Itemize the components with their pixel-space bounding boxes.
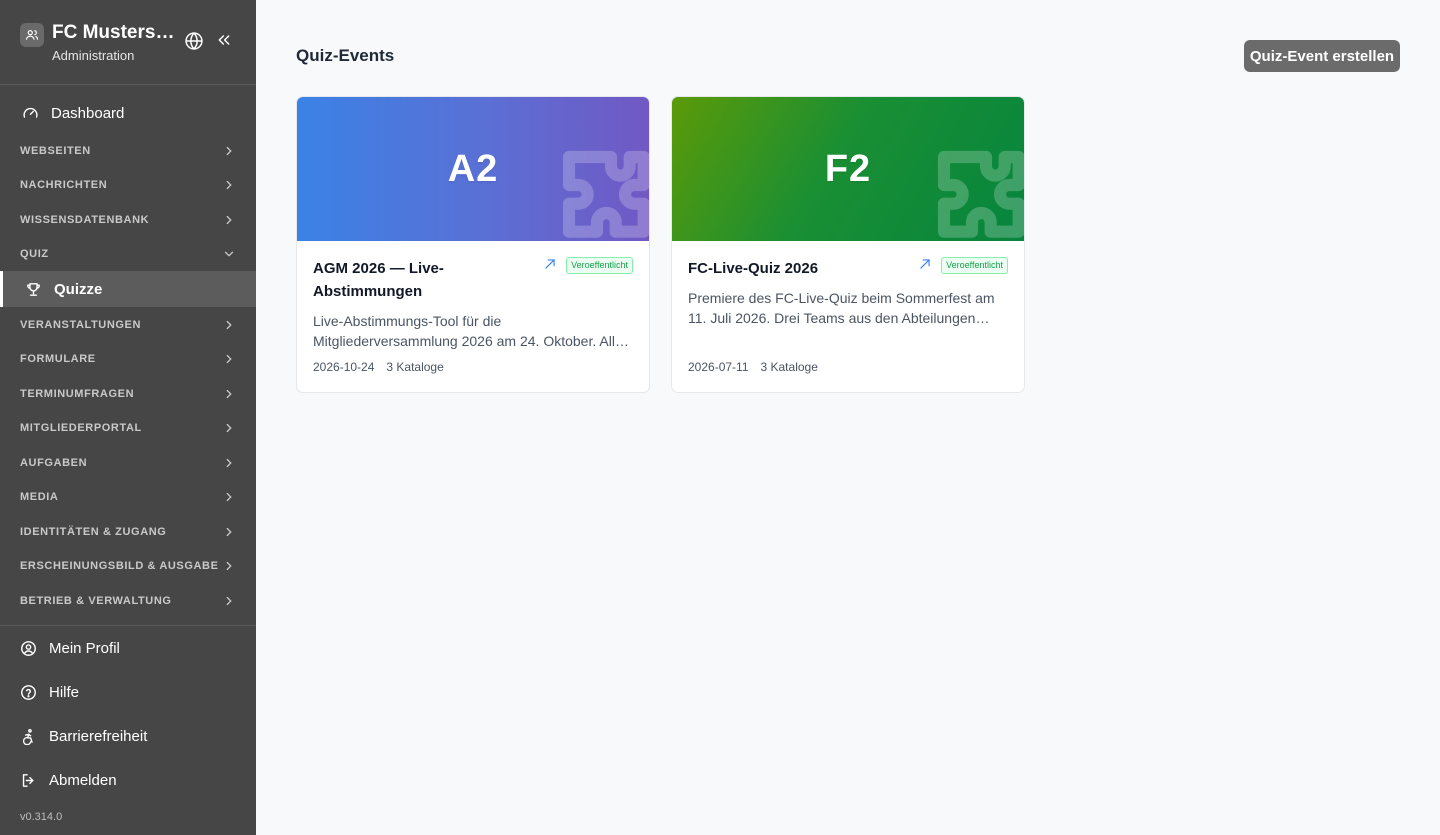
card-body: AGM 2026 — Live-Abstimmungen Veroeffentl… (297, 241, 649, 351)
card-meta: 2026-10-24 3 Kataloge (313, 360, 444, 374)
page-title: Quiz-Events (296, 46, 395, 65)
chevron-right-icon (226, 146, 232, 156)
nav-section-mitgliederportal[interactable]: MITGLIEDERPORTAL (0, 412, 256, 444)
card-meta: 2026-07-11 3 Kataloge (688, 360, 818, 374)
nav-item-barrierefreiheit[interactable]: Barrierefreiheit (0, 719, 256, 753)
chevron-right-icon (226, 423, 232, 433)
external-link-icon[interactable] (918, 257, 932, 271)
brand-subtitle: Administration (52, 48, 135, 63)
nav-section-quiz[interactable]: QUIZ (0, 238, 256, 270)
logout-icon (22, 773, 34, 787)
status-badge: Veroeffentlicht (941, 257, 1008, 274)
trophy-icon (27, 282, 40, 296)
chevron-right-icon (226, 492, 232, 502)
user-circle-icon (21, 640, 36, 656)
chevron-right-icon (226, 596, 232, 606)
nav-section-erscheinungsbild[interactable]: ERSCHEINUNGSBILD & AUSGABE (0, 550, 256, 582)
nav-section-wissensdatenbank[interactable]: WISSENSDATENBANK (0, 204, 256, 236)
card-description: Live-Abstimmungs-Tool für die Mitglieder… (313, 313, 623, 349)
chevron-right-icon (226, 527, 232, 537)
nav-section-aufgaben[interactable]: AUFGABEN (0, 447, 256, 479)
status-badge: Veroeffentlicht (566, 257, 633, 274)
nav-section-nachrichten[interactable]: NACHRICHTEN (0, 169, 256, 201)
nav-item-quizze[interactable]: Quizze (0, 271, 256, 307)
nav-section-betrieb[interactable]: BETRIEB & VERWALTUNG (0, 585, 256, 617)
nav-section-identitaeten[interactable]: IDENTITÄTEN & ZUGANG (0, 516, 256, 548)
sidebar: FC Musterstadt Administration Dashboard … (0, 0, 256, 835)
accessibility-icon (22, 728, 33, 745)
quiz-event-card[interactable]: A2 AGM 2026 — Live-Abstimmungen Veroeffe… (296, 96, 650, 393)
card-code: A2 (447, 147, 499, 190)
sidebar-divider (0, 625, 256, 626)
puzzle-icon (937, 150, 1024, 238)
app-version: v0.314.0 (20, 811, 63, 823)
chevron-right-icon (226, 180, 232, 190)
brand-header: FC Musterstadt Administration (0, 0, 256, 85)
card-banner: F2 (672, 97, 1024, 241)
card-banner: A2 (297, 97, 649, 241)
nav-item-dashboard[interactable]: Dashboard (0, 96, 256, 130)
users-icon (20, 23, 44, 47)
external-link-icon[interactable] (543, 257, 557, 271)
card-description: Premiere des FC-Live-Quiz beim Sommerfes… (688, 290, 995, 326)
card-code: F2 (824, 147, 872, 190)
nav-section-veranstaltungen[interactable]: VERANSTALTUNGEN (0, 309, 256, 341)
nav-item-hilfe[interactable]: Hilfe (0, 675, 256, 709)
globe-icon[interactable] (184, 31, 204, 51)
card-date: 2026-07-11 (688, 360, 749, 374)
card-catalog-count: 3 Kataloge (760, 360, 818, 374)
brand-title: FC Musterstadt (52, 22, 178, 43)
chevron-right-icon (226, 320, 232, 330)
quiz-event-card[interactable]: F2 FC-Live-Quiz 2026 Veroeffentlicht Pre… (671, 96, 1025, 393)
chevron-right-icon (226, 458, 232, 468)
card-title[interactable]: FC-Live-Quiz 2026 (688, 257, 903, 280)
nav-item-abmelden[interactable]: Abmelden (0, 763, 256, 797)
chevron-right-icon (226, 561, 232, 571)
nav-section-media[interactable]: MEDIA (0, 481, 256, 513)
nav-section-formulare[interactable]: FORMULARE (0, 343, 256, 375)
nav-section-terminumfragen[interactable]: TERMINUMFRAGEN (0, 378, 256, 410)
chevron-right-icon (226, 215, 232, 225)
create-quiz-event-button[interactable]: Quiz-Event erstellen (1244, 40, 1400, 72)
chevron-right-icon (226, 354, 232, 364)
card-body: FC-Live-Quiz 2026 Veroeffentlicht Premie… (672, 241, 1024, 328)
card-title[interactable]: AGM 2026 — Live-Abstimmungen (313, 257, 528, 303)
nav-section-webseiten[interactable]: WEBSEITEN (0, 135, 256, 167)
gauge-icon (23, 107, 38, 118)
collapse-sidebar-icon[interactable] (216, 32, 232, 48)
puzzle-icon (562, 150, 649, 238)
nav-item-mein-profil[interactable]: Mein Profil (0, 631, 256, 665)
nav-item-label: Dashboard (51, 104, 125, 122)
chevron-down-icon (224, 251, 234, 257)
chevron-right-icon (226, 389, 232, 399)
card-date: 2026-10-24 (313, 360, 375, 374)
nav-item-label: Quizze (54, 280, 103, 298)
card-catalog-count: 3 Kataloge (386, 360, 444, 374)
help-circle-icon (21, 684, 36, 700)
